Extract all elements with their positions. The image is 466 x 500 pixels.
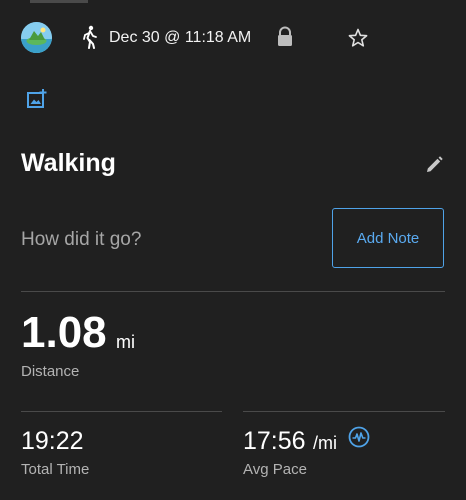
add-note-button-label: Add Note (356, 229, 420, 247)
distance-value: 1.08 (21, 308, 107, 357)
pencil-icon[interactable] (423, 154, 445, 176)
avatar[interactable] (21, 22, 52, 53)
note-prompt: How did it go? (21, 229, 142, 250)
avg-pace-unit: /mi (313, 433, 337, 453)
activity-title: Walking (21, 149, 116, 177)
pace-chart-icon[interactable] (348, 426, 370, 448)
add-note-button[interactable]: Add Note (332, 208, 444, 268)
divider (21, 291, 445, 292)
add-photo-icon[interactable] (26, 88, 48, 110)
avg-pace-value: 17:56 (243, 427, 306, 455)
lock-icon[interactable] (275, 26, 295, 48)
divider (21, 411, 222, 412)
activity-detail-screen: Dec 30 @ 11:18 AM Walking How did it go?… (0, 0, 466, 500)
avg-pace-label: Avg Pace (243, 461, 307, 478)
distance-unit: mi (116, 332, 135, 352)
walking-icon (83, 25, 97, 49)
total-time-label: Total Time (21, 461, 90, 478)
status-strip (30, 0, 88, 3)
avatar-image (21, 22, 52, 53)
total-time-value: 19:22 (21, 427, 84, 455)
activity-date-time: Dec 30 @ 11:18 AM (109, 29, 252, 46)
activity-header: Dec 30 @ 11:18 AM (0, 20, 466, 56)
star-outline-icon[interactable] (347, 27, 369, 49)
distance-label: Distance (21, 363, 80, 380)
divider (243, 411, 445, 412)
